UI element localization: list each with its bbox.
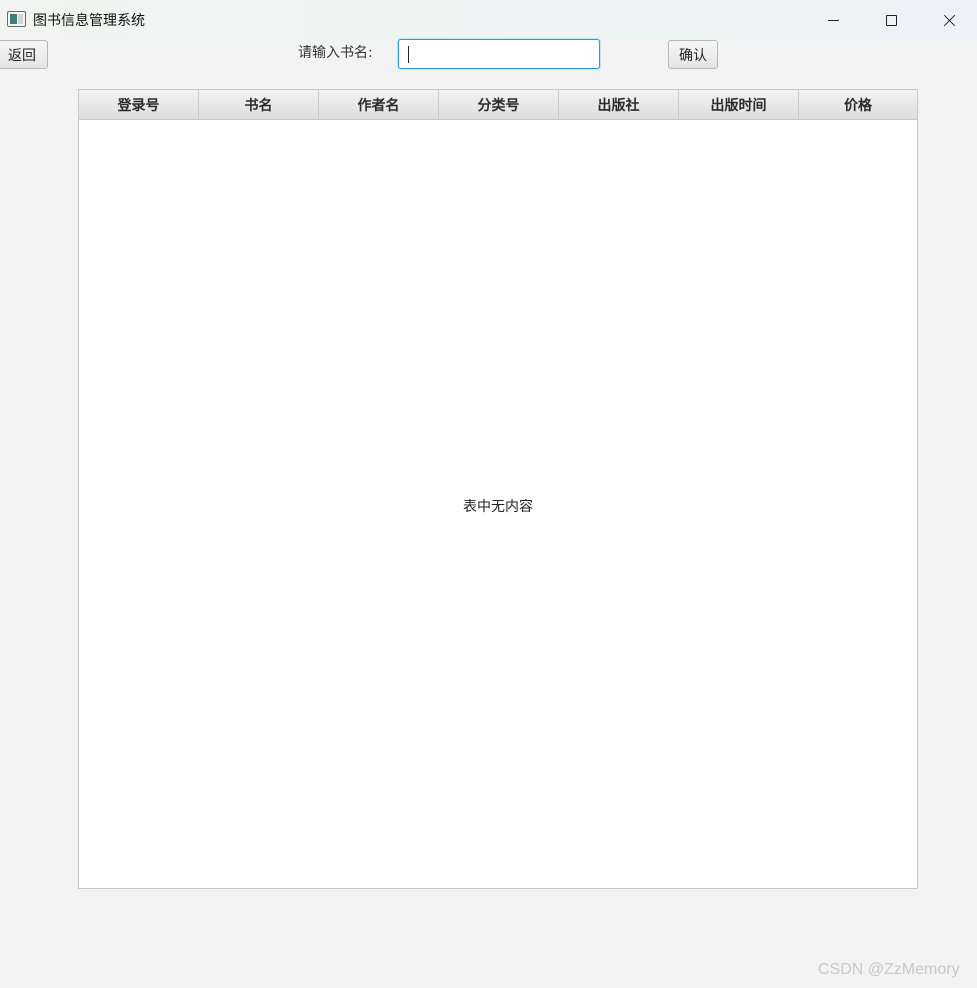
book-table[interactable]: 登录号 书名 作者名 分类号 出版社 出版时间 价格 表中无内容 (78, 89, 918, 889)
column-header-category-no[interactable]: 分类号 (439, 90, 559, 120)
close-icon (943, 14, 956, 27)
column-header-publisher[interactable]: 出版社 (559, 90, 679, 120)
table-header: 登录号 书名 作者名 分类号 出版社 出版时间 价格 (79, 90, 917, 120)
app-window-icon (7, 11, 26, 27)
confirm-button[interactable]: 确认 (668, 40, 718, 69)
minimize-icon (827, 19, 839, 21)
app-window: 图书信息管理系统 返回 请输入书名: 确认 登录号 书名 作者名 分类号 出版社… (0, 0, 977, 988)
window-title: 图书信息管理系统 (33, 13, 145, 29)
title-bar[interactable]: 图书信息管理系统 (0, 0, 977, 40)
column-header-register-no[interactable]: 登录号 (79, 90, 199, 120)
column-header-price[interactable]: 价格 (799, 90, 917, 120)
maximize-icon (885, 14, 897, 26)
column-header-author[interactable]: 作者名 (319, 90, 439, 120)
column-header-book-name[interactable]: 书名 (199, 90, 319, 120)
watermark-text: CSDN @ZzMemory (818, 961, 960, 978)
book-name-input[interactable] (398, 39, 600, 69)
back-button[interactable]: 返回 (0, 40, 48, 69)
column-header-publish-date[interactable]: 出版时间 (679, 90, 799, 120)
close-button[interactable] (920, 0, 977, 40)
maximize-button[interactable] (862, 0, 920, 40)
search-label: 请输入书名: (298, 45, 373, 61)
table-empty-placeholder: 表中无内容 (463, 499, 533, 515)
minimize-button[interactable] (804, 0, 862, 40)
text-caret (408, 46, 409, 63)
